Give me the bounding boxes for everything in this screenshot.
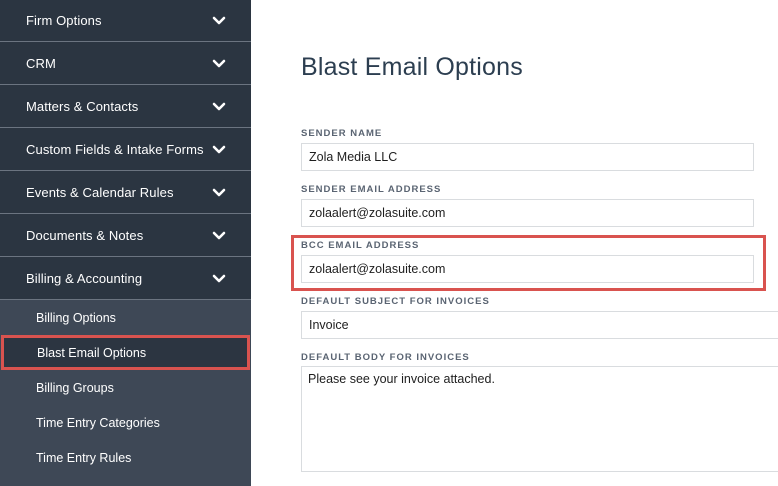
sidebar-section-billing-accounting[interactable]: Billing & Accounting xyxy=(0,258,251,300)
sidebar-section-firm-options[interactable]: Firm Options xyxy=(0,0,251,42)
invoice-body-label: DEFAULT BODY FOR INVOICES xyxy=(301,352,470,363)
sender-name-label: SENDER NAME xyxy=(301,128,383,139)
sidebar-section-documents-notes[interactable]: Documents & Notes xyxy=(0,215,251,257)
sidebar-item-time-entry-rules[interactable]: Time Entry Rules xyxy=(0,440,251,475)
bcc-email-input[interactable]: zolaalert@zolasuite.com xyxy=(301,255,754,283)
page-title: Blast Email Options xyxy=(301,53,523,81)
sidebar-item-label: Billing Groups xyxy=(36,380,114,395)
invoice-body-textarea[interactable]: Please see your invoice attached. xyxy=(301,366,778,472)
sidebar-item-time-entry-categories[interactable]: Time Entry Categories xyxy=(0,405,251,440)
chevron-down-icon xyxy=(212,188,226,197)
sidebar-section-custom-fields[interactable]: Custom Fields & Intake Forms xyxy=(0,129,251,171)
sender-name-input[interactable]: Zola Media LLC xyxy=(301,143,754,171)
invoice-subject-label: DEFAULT SUBJECT FOR INVOICES xyxy=(301,296,490,307)
chevron-down-icon xyxy=(212,102,226,111)
sidebar-item-blast-email-options[interactable]: Blast Email Options xyxy=(1,335,250,370)
sidebar-item-billing-options[interactable]: Billing Options xyxy=(0,300,251,335)
sender-email-input[interactable]: zolaalert@zolasuite.com xyxy=(301,199,754,227)
sidebar-section-crm[interactable]: CRM xyxy=(0,43,251,85)
sidebar-item-label: Time Entry Categories xyxy=(36,415,160,430)
sidebar-section-matters-contacts[interactable]: Matters & Contacts xyxy=(0,86,251,128)
sender-email-label: SENDER EMAIL ADDRESS xyxy=(301,184,442,195)
chevron-down-icon xyxy=(212,274,226,283)
settings-sidebar: Firm Options CRM Matters & Contacts Cust… xyxy=(0,0,251,486)
sidebar-item-billing-groups[interactable]: Billing Groups xyxy=(0,370,251,405)
chevron-down-icon xyxy=(212,145,226,154)
sidebar-section-events-calendar[interactable]: Events & Calendar Rules xyxy=(0,172,251,214)
chevron-down-icon xyxy=(212,59,226,68)
sidebar-item-label: Blast Email Options xyxy=(37,345,147,360)
sidebar-item-label: Billing Options xyxy=(36,310,116,325)
billing-submenu: Billing Options Blast Email Options Bill… xyxy=(0,300,251,486)
bcc-email-label: BCC EMAIL ADDRESS xyxy=(301,240,420,251)
invoice-subject-input[interactable]: Invoice xyxy=(301,311,778,339)
chevron-down-icon xyxy=(212,231,226,240)
sidebar-item-label: Time Entry Rules xyxy=(36,450,132,465)
chevron-down-icon xyxy=(212,16,226,25)
